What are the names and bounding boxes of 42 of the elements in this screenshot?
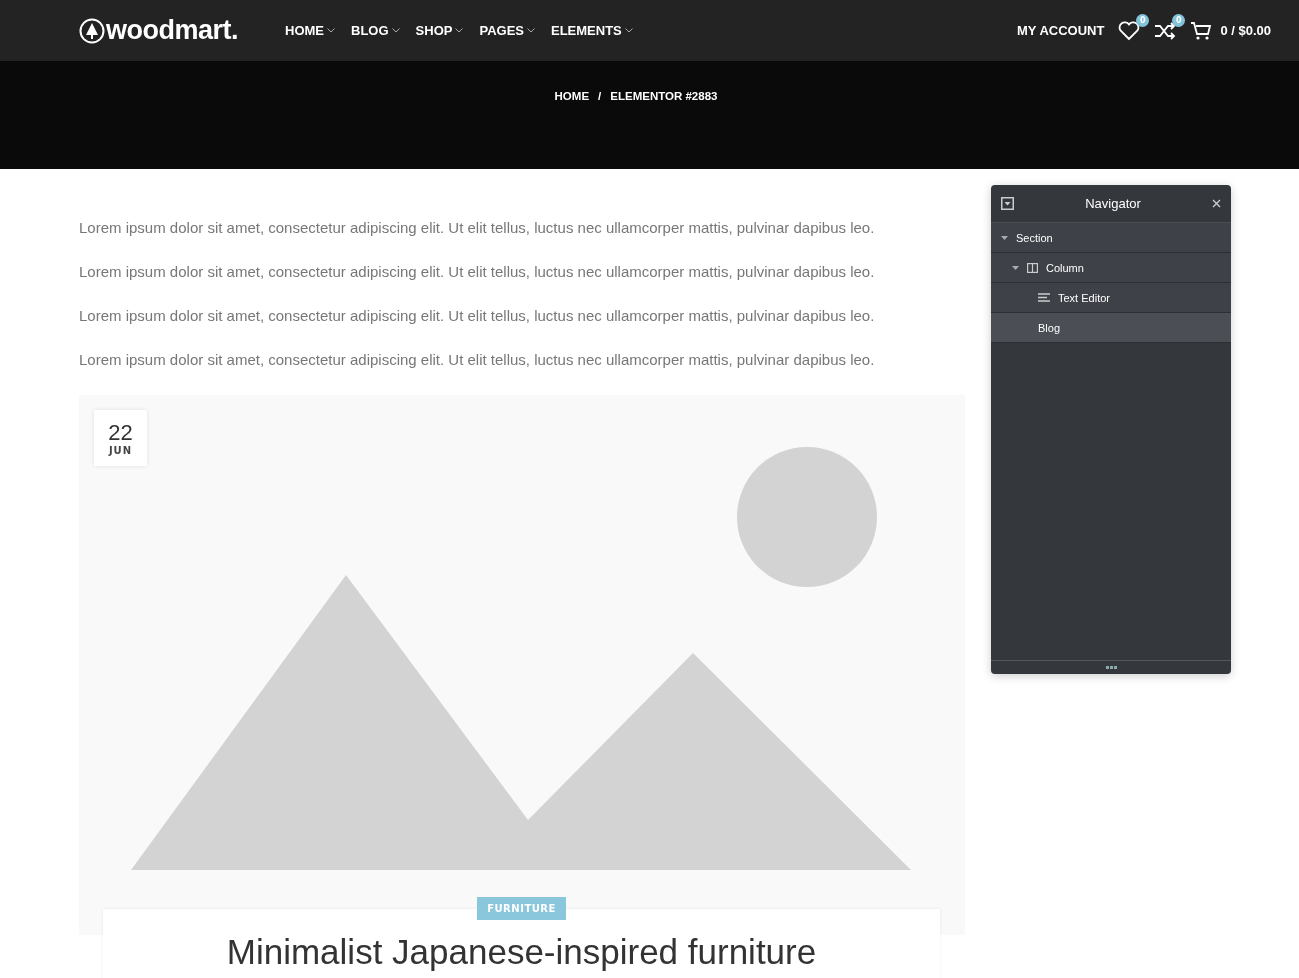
count-badge: 0 [1172,13,1186,27]
panel-title: Navigator [1085,196,1141,211]
breadcrumb-link[interactable]: HOME [554,90,590,104]
caret-icon[interactable] [1012,265,1019,270]
tree-icon [79,17,105,44]
account-link[interactable]: MY ACCOUNT [1017,23,1105,38]
navigator-item[interactable]: Column [991,253,1231,283]
caret-icon[interactable] [624,28,633,33]
body-paragraph: Lorem ipsum dolor sit amet, consectetur adipiscing elit. Ut elit tellus, luctus nec ullamcorper mattis, pulvinar dapibus leo. [79,307,876,325]
menu-item[interactable]: ELEMENTS [551,23,633,38]
breadcrumb-separator: / [598,90,602,104]
caret-icon[interactable] [1001,235,1008,240]
menu-item[interactable]: PAGES [479,23,535,38]
logo-text: woodmart. [106,15,238,46]
caret-icon[interactable] [527,28,535,33]
body-paragraph: Lorem ipsum dolor sit amet, consectetur adipiscing elit. Ut elit tellus, luctus nec ullamcorper mattis, pulvinar dapibus leo. [79,219,876,237]
column-icon [1027,262,1038,273]
navigator-item[interactable]: Blog [991,313,1231,343]
cart-total[interactable]: 0 / $0.00 [1220,23,1271,38]
body-paragraph: Lorem ipsum dolor sit amet, consectetur adipiscing elit. Ut elit tellus, luctus nec ullamcorper mattis, pulvinar dapibus leo. [79,351,876,369]
count-badge: 0 [1136,13,1150,27]
post-title[interactable]: Minimalist Japanese-inspired furniture [226,932,817,972]
menu-item[interactable]: HOME [285,23,335,38]
shuffle-icon[interactable] [1154,20,1177,41]
caret-icon[interactable] [455,28,464,33]
caret-icon[interactable] [327,28,335,33]
heart-icon[interactable] [1118,20,1141,41]
navigator-item[interactable]: Text Editor [991,283,1231,313]
breadcrumb-link[interactable]: ELEMENTOR #2883 [610,90,718,104]
text-lines-icon [1038,293,1050,302]
cart-icon[interactable] [1190,20,1213,41]
resize-handle-icon[interactable] [1105,666,1117,669]
close-icon[interactable] [1212,199,1221,208]
date-day: 22 [108,420,133,445]
navigator-item[interactable]: Section [991,223,1231,253]
menu-item[interactable]: BLOG [351,23,400,38]
collapse-icon[interactable] [1001,197,1014,210]
logo[interactable]: woodmart. [79,15,238,46]
caret-icon[interactable] [391,28,400,33]
body-paragraph: Lorem ipsum dolor sit amet, consectetur adipiscing elit. Ut elit tellus, luctus nec ullamcorper mattis, pulvinar dapibus leo. [79,263,876,281]
date-month: JUN [108,444,133,456]
menu-item[interactable]: SHOP [415,23,464,38]
